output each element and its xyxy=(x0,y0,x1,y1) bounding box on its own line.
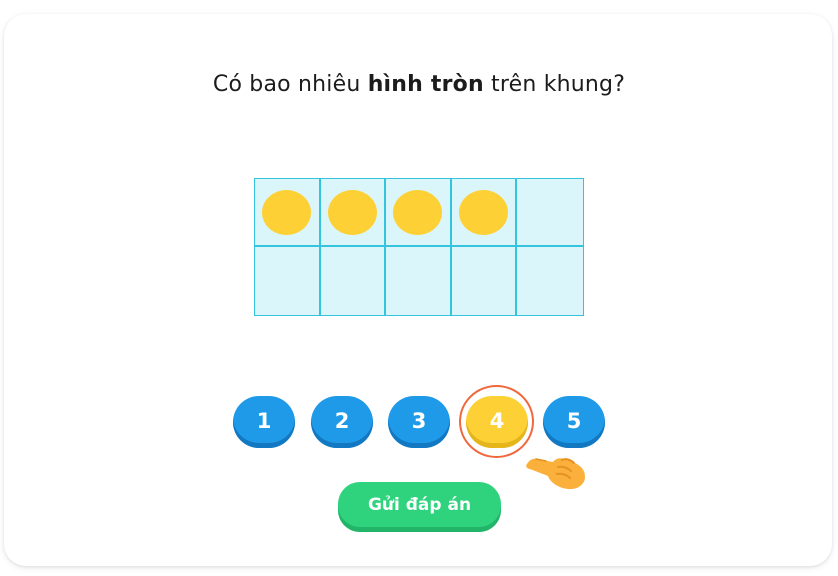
circle-counter xyxy=(262,189,312,235)
selection-highlight-ring xyxy=(459,385,534,458)
circle-counter xyxy=(393,189,443,235)
frame-cell xyxy=(517,247,583,315)
answer-choices: 1 2 3 4 5 xyxy=(0,396,838,450)
frame-cell xyxy=(386,247,452,315)
answer-button-5[interactable]: 5 xyxy=(543,396,605,448)
frame-cell xyxy=(386,179,452,247)
frame-cell xyxy=(321,247,387,315)
ten-frame xyxy=(254,178,584,316)
answer-button-1[interactable]: 1 xyxy=(233,396,295,448)
frame-cell xyxy=(452,247,518,315)
frame-cell xyxy=(517,179,583,247)
submit-answer-button[interactable]: Gửi đáp án xyxy=(338,482,501,532)
question-emphasis: hình tròn xyxy=(367,72,484,97)
circle-counter xyxy=(327,189,377,235)
frame-cell xyxy=(255,247,321,315)
frame-cell xyxy=(255,179,321,247)
frame-cell xyxy=(320,179,387,247)
pointing-hand-icon xyxy=(526,458,585,490)
question-text: Có bao nhiêu hình tròn trên khung? xyxy=(212,72,626,97)
answer-button-2[interactable]: 2 xyxy=(311,396,373,448)
circle-counter xyxy=(459,189,509,235)
frame-cell xyxy=(451,179,518,247)
answer-button-3[interactable]: 3 xyxy=(388,396,450,448)
